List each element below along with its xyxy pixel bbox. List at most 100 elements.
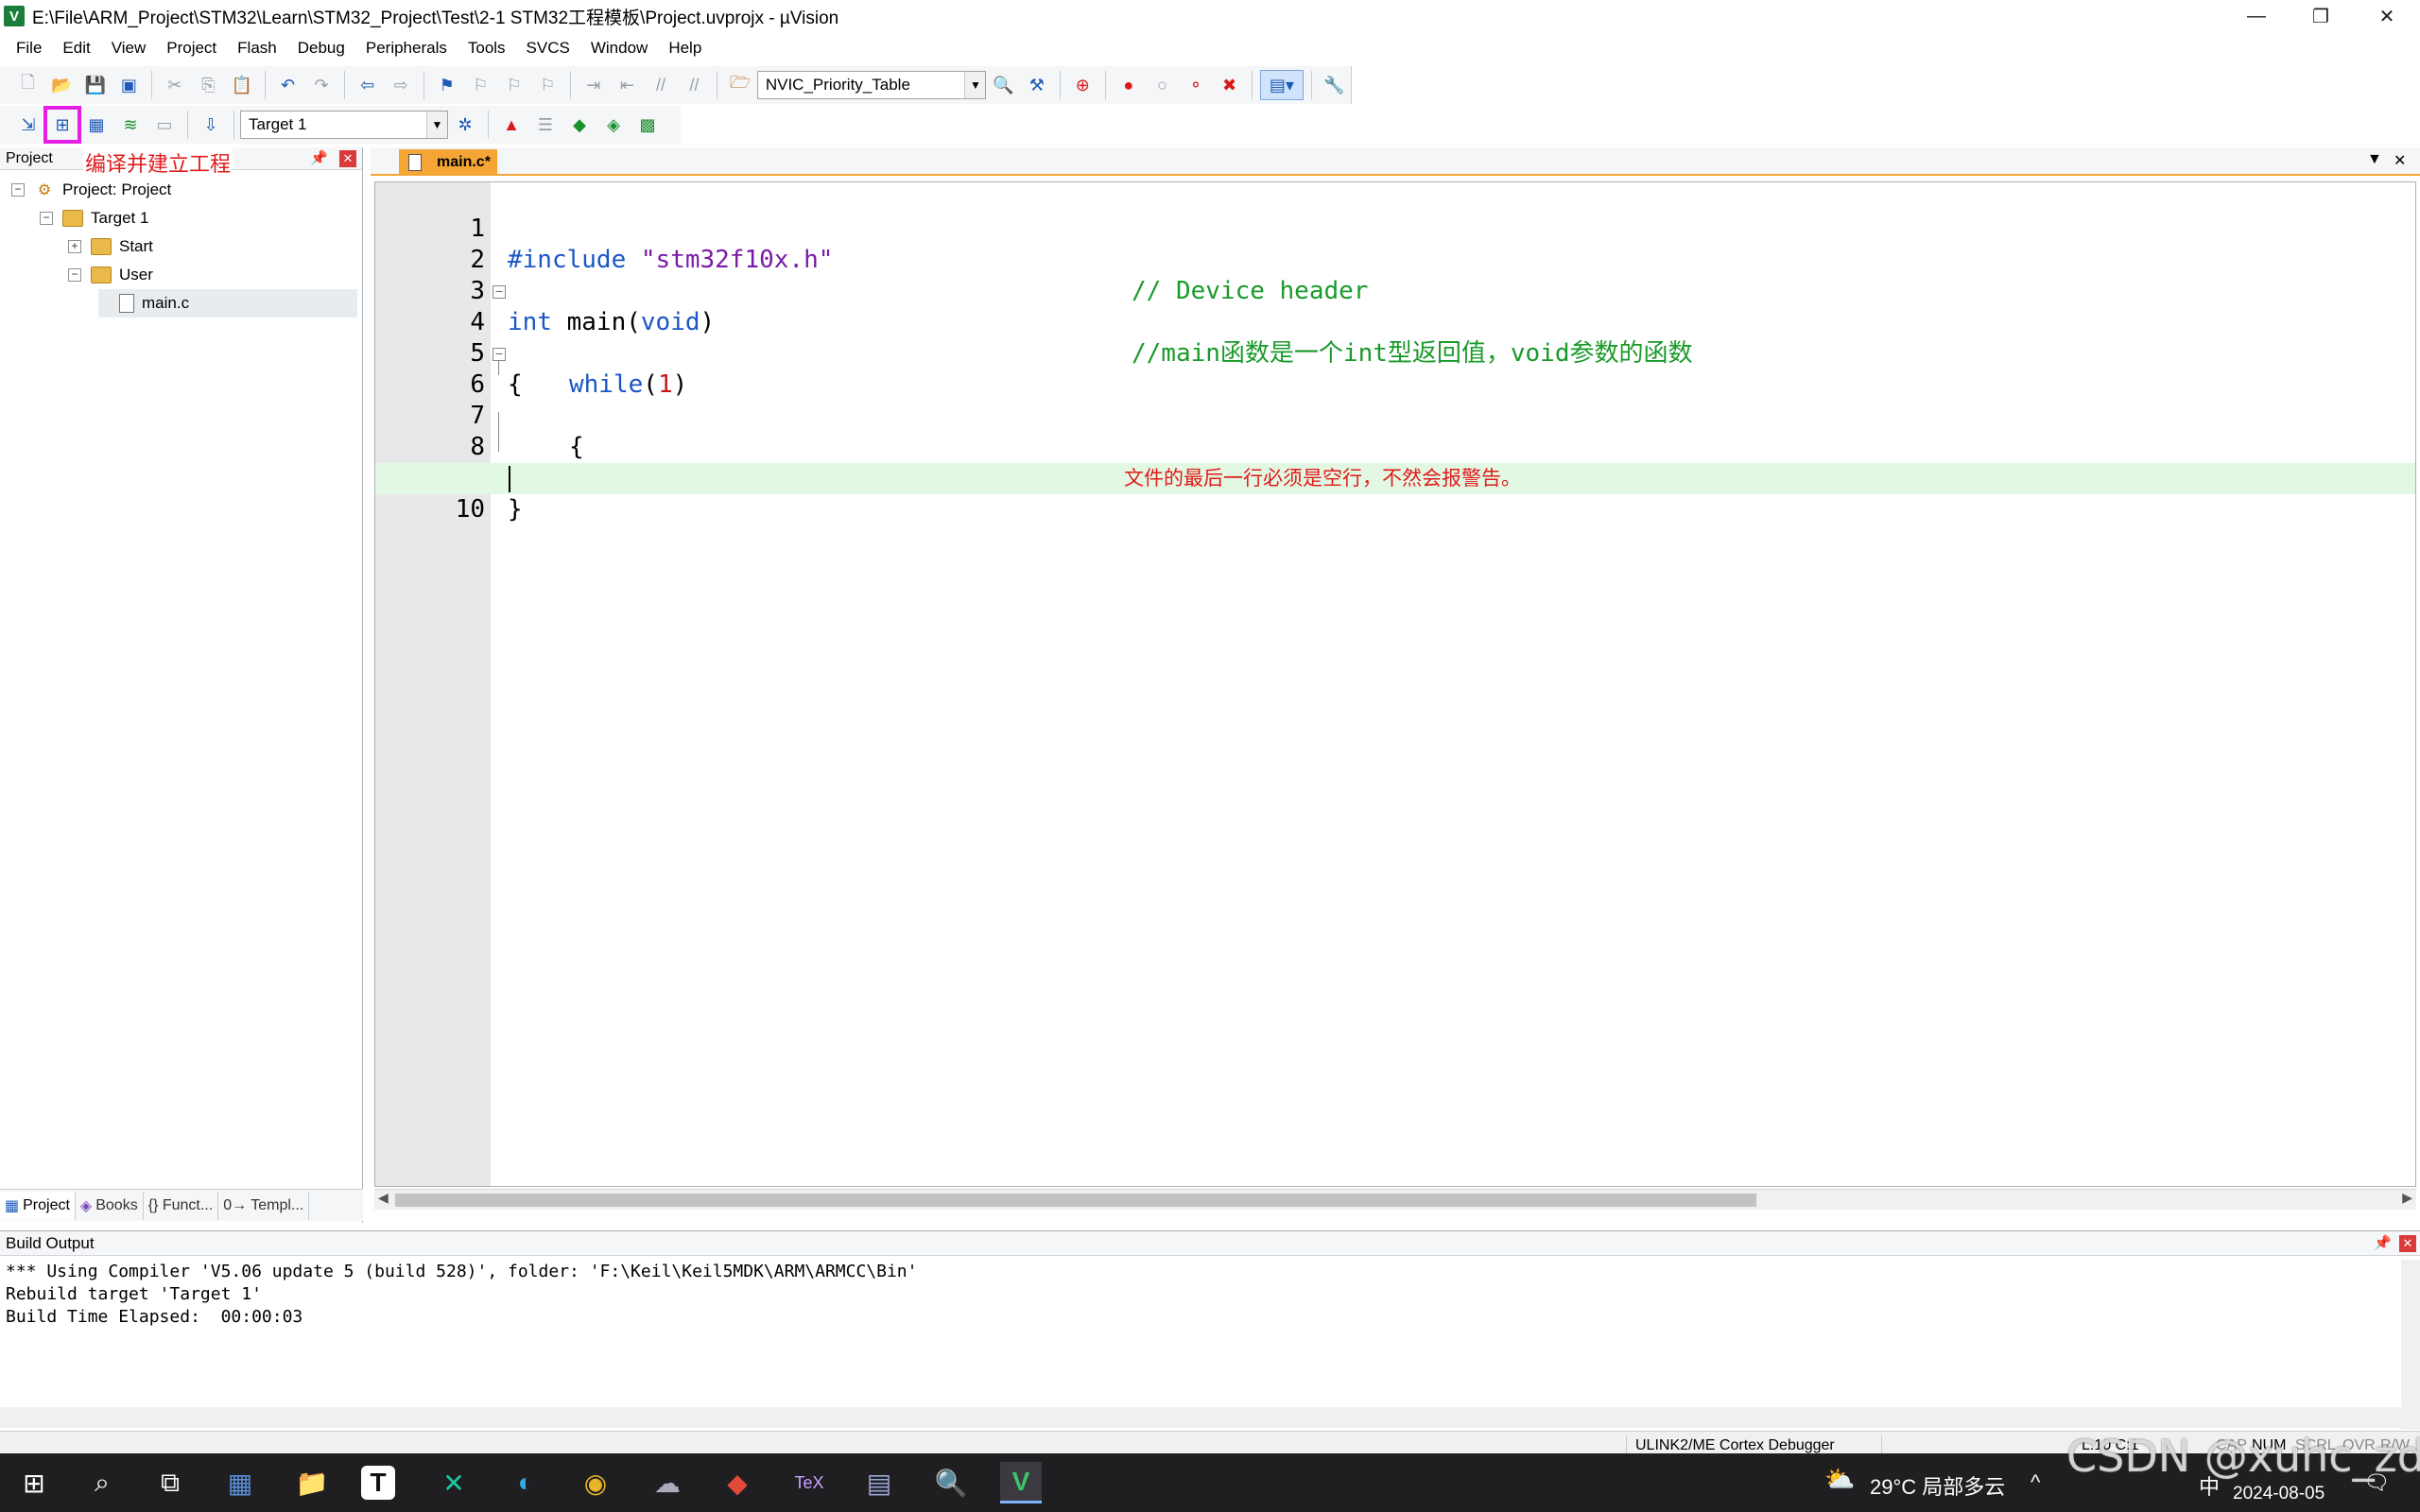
menu-svcs[interactable]: SVCS <box>516 34 580 62</box>
scroll-right-icon[interactable]: ▶ <box>2402 1190 2412 1206</box>
enable-breakpoint-icon[interactable]: ○ <box>1148 70 1178 100</box>
pin-icon[interactable]: 📌 <box>310 149 328 166</box>
batch-build-icon[interactable]: ≋ <box>115 110 146 140</box>
editor-horizontal-scrollbar[interactable]: ◀ ▶ <box>374 1189 2416 1210</box>
insert-breakpoint-icon[interactable]: ● <box>1114 70 1144 100</box>
save-icon[interactable]: 💾 <box>80 70 111 100</box>
close-icon[interactable]: ✕ <box>339 150 356 167</box>
collapse-icon[interactable]: − <box>11 183 25 197</box>
tab-list-icon[interactable]: ▼ <box>2367 151 2382 168</box>
rebuild-icon[interactable]: ▦ <box>81 110 112 140</box>
kill-breakpoints-icon[interactable]: ✖ <box>1215 70 1245 100</box>
chevron-down-icon[interactable]: ▼ <box>964 72 986 98</box>
stop-build-icon[interactable]: ▭ <box>149 110 180 140</box>
menu-project[interactable]: Project <box>156 34 227 62</box>
copy-icon[interactable]: ⎘ <box>194 70 224 100</box>
menu-edit[interactable]: Edit <box>52 34 100 62</box>
undo-icon[interactable]: ↶ <box>273 70 303 100</box>
collapse-icon[interactable]: − <box>40 212 53 225</box>
fold-collapse-icon[interactable]: − <box>493 348 506 361</box>
scrollbar-thumb[interactable] <box>395 1194 1756 1207</box>
tex-editor-icon[interactable]: TeX <box>788 1462 830 1503</box>
close-tab-icon[interactable]: ✕ <box>2394 151 2406 170</box>
tray-expand-icon[interactable]: ^ <box>2031 1470 2040 1495</box>
cut-icon[interactable]: ✂ <box>160 70 190 100</box>
menu-file[interactable]: File <box>6 34 52 62</box>
tree-root-project[interactable]: − ⚙ Project: Project <box>11 176 171 204</box>
options-for-target-icon[interactable]: ✲ <box>450 110 480 140</box>
xmind-icon[interactable]: ✕ <box>433 1462 475 1503</box>
navigate-back-icon[interactable]: ⇦ <box>353 70 383 100</box>
find-icon[interactable]: 🔍 <box>988 70 1018 100</box>
find-in-files-icon[interactable]: 🗁 <box>725 70 755 100</box>
paste-icon[interactable]: 📋 <box>227 70 257 100</box>
close-icon[interactable]: ✕ <box>2399 1235 2416 1252</box>
file-explorer-icon[interactable]: 📁 <box>291 1462 333 1503</box>
indent-icon[interactable]: ⇥ <box>579 70 609 100</box>
tab-project[interactable]: ▦ Project <box>0 1191 76 1220</box>
menu-flash[interactable]: Flash <box>227 34 287 62</box>
search-app-icon[interactable]: 🔍 <box>930 1462 972 1503</box>
scroll-left-icon[interactable]: ◀ <box>378 1190 389 1206</box>
bookmark-clear-icon[interactable]: ⚐ <box>533 70 563 100</box>
download-icon[interactable]: ⇩ <box>196 110 226 140</box>
collapse-icon[interactable]: − <box>68 268 81 282</box>
menu-help[interactable]: Help <box>658 34 712 62</box>
chevron-down-icon[interactable]: ▼ <box>426 112 447 138</box>
search-icon[interactable]: ⌕ <box>81 1462 123 1503</box>
calendar-app-icon[interactable]: ▤ <box>858 1462 900 1503</box>
task-view-icon[interactable]: ⧉ <box>149 1462 191 1503</box>
pin-icon[interactable]: 📌 <box>2374 1234 2392 1251</box>
build-output-vertical-scrollbar[interactable] <box>2401 1260 2420 1430</box>
windows-start-icon[interactable]: ⊞ <box>13 1462 55 1503</box>
bookmark-toggle-icon[interactable]: ⚑ <box>432 70 462 100</box>
open-folder-icon[interactable]: 📂 <box>47 70 78 100</box>
close-button[interactable]: ✕ <box>2354 0 2420 32</box>
select-software-packs-icon[interactable]: ◆ <box>564 110 595 140</box>
disable-breakpoints-icon[interactable]: ⚬ <box>1181 70 1211 100</box>
taskbar-date[interactable]: 2024-08-05 <box>2233 1484 2325 1504</box>
weather-icon[interactable]: ⛅ <box>1824 1465 1855 1494</box>
tab-functions[interactable]: {} Funct... <box>144 1191 219 1220</box>
save-all-icon[interactable]: ▣ <box>114 70 145 100</box>
redo-icon[interactable]: ↷ <box>306 70 337 100</box>
typora-icon[interactable]: T <box>361 1466 395 1500</box>
tree-group-start[interactable]: + Start <box>68 232 153 261</box>
chrome-browser-icon[interactable]: ◉ <box>575 1462 616 1503</box>
menu-view[interactable]: View <box>101 34 157 62</box>
manage-components-icon[interactable]: ▲ <box>496 110 527 140</box>
bookmark-prev-icon[interactable]: ⚐ <box>466 70 496 100</box>
find-combo[interactable]: NVIC_Priority_Table ▼ <box>756 71 987 99</box>
minimize-button[interactable]: — <box>2223 0 2290 32</box>
pdf-reader-icon[interactable]: ◆ <box>717 1462 758 1503</box>
navigate-forward-icon[interactable]: ⇨ <box>386 70 416 100</box>
new-file-icon[interactable]: 🗋 <box>13 70 43 100</box>
unindent-icon[interactable]: ⇤ <box>613 70 643 100</box>
menu-window[interactable]: Window <box>580 34 658 62</box>
file-extensions-icon[interactable]: ☰ <box>530 110 561 140</box>
incremental-find-icon[interactable]: ⚒ <box>1022 70 1052 100</box>
restore-button[interactable]: ❐ <box>2288 0 2354 32</box>
target-combo[interactable]: Target 1 ▼ <box>240 111 448 139</box>
tree-file-main-c[interactable]: main.c <box>98 289 357 318</box>
menu-debug[interactable]: Debug <box>287 34 355 62</box>
calculator-icon[interactable]: ▦ <box>219 1462 261 1503</box>
translate-icon[interactable]: ⇲ <box>13 110 43 140</box>
menu-peripherals[interactable]: Peripherals <box>355 34 458 62</box>
configure-icon[interactable]: 🔧 <box>1320 70 1350 100</box>
build-output-horizontal-scrollbar[interactable] <box>0 1407 2401 1428</box>
uncomment-icon[interactable]: // <box>680 70 710 100</box>
menu-tools[interactable]: Tools <box>458 34 516 62</box>
tab-books[interactable]: ◈ Books <box>76 1191 144 1220</box>
bookmark-next-icon[interactable]: ⚐ <box>499 70 529 100</box>
uvision-taskbar-icon[interactable]: V <box>1000 1462 1042 1503</box>
pack-installer-icon[interactable]: ◈ <box>598 110 629 140</box>
build-icon[interactable]: ⊞ <box>43 106 81 144</box>
weather-text[interactable]: 29°C 局部多云 <box>1870 1470 2005 1501</box>
comment-icon[interactable]: // <box>646 70 676 100</box>
code-editor[interactable]: 1 #include "stm32f10x.h" // Device heade… <box>374 181 2416 1187</box>
fold-collapse-icon[interactable]: − <box>493 285 506 299</box>
run-time-environment-icon[interactable]: ▩ <box>632 110 663 140</box>
edge-browser-icon[interactable]: ◐ <box>505 1462 546 1503</box>
window-layout-icon[interactable]: ▤▾ <box>1260 70 1304 100</box>
